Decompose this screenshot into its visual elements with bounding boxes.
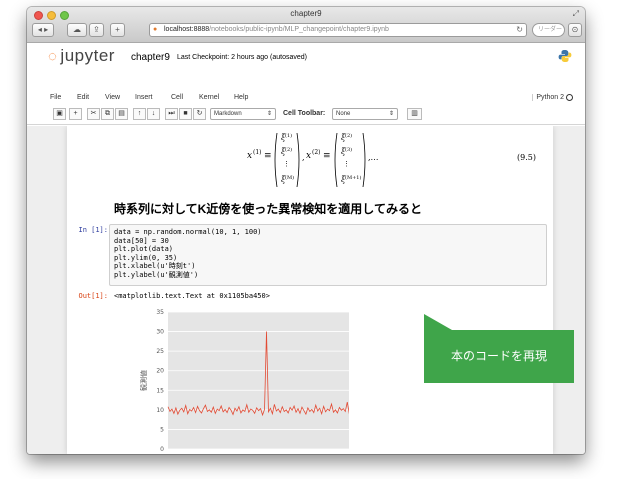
notebook-name[interactable]: chapter9 xyxy=(131,52,170,63)
svg-text:(M+1): (M+1) xyxy=(345,174,361,181)
code-line: plt.plot(data) xyxy=(114,245,174,253)
code-cell-input[interactable]: data = np.random.normal(10, 1, 100) data… xyxy=(109,224,547,286)
svg-text:(2): (2) xyxy=(312,149,321,156)
downloads-icon[interactable]: ⊙ xyxy=(568,23,582,37)
annotation-callout: 本のコードを再現 xyxy=(424,330,574,383)
titlebar: chapter9 ⤢ ◂ ▸ ☁ ⇪ + ● localhost:8888/no… xyxy=(27,7,585,43)
notebook-page: x (1) ≡ ξ (1) ξ (2) ⋮ ξ (M) , x (2) ≡ ξ (2) … xyxy=(67,126,574,454)
jupyter-logo-icon: ◌ xyxy=(48,48,58,65)
svg-text:(1): (1) xyxy=(253,149,262,156)
code-line: plt.xlabel(u'時刻t') xyxy=(114,262,196,270)
cell-toolbar-caret-icon: ⇕ xyxy=(388,111,394,117)
move-down-icon[interactable]: ↓ xyxy=(147,108,160,120)
icloud-tabs-icon[interactable]: ☁ xyxy=(67,23,87,37)
reader-button[interactable]: リーダー xyxy=(532,23,565,37)
code-line: plt.ylabel(u'観測値') xyxy=(114,270,199,279)
insert-cell-icon[interactable]: + xyxy=(69,108,82,120)
url-host: localhost:8888 xyxy=(164,26,210,33)
window-title: chapter9 xyxy=(290,9,322,18)
copy-icon[interactable]: ⧉ xyxy=(101,108,114,120)
run-icon[interactable]: ⏭ xyxy=(165,108,178,120)
back-forward-buttons[interactable]: ◂ ▸ xyxy=(32,23,54,37)
output-prompt: Out[1]: xyxy=(78,292,108,300)
restart-icon[interactable]: ↻ xyxy=(193,108,206,120)
markdown-heading: 時系列に対してK近傍を使った異常検知を適用してみると xyxy=(114,202,422,216)
y-tick-label: 30 xyxy=(156,329,164,336)
y-tick-label: 15 xyxy=(156,387,164,394)
y-tick-label: 25 xyxy=(156,348,164,355)
svg-text:⋮: ⋮ xyxy=(343,160,350,168)
svg-text:≡: ≡ xyxy=(264,151,272,161)
callout-tail xyxy=(424,314,452,330)
plot-background xyxy=(168,312,349,449)
move-up-icon[interactable]: ↑ xyxy=(133,108,146,120)
svg-text:(2): (2) xyxy=(345,132,352,139)
y-axis-label: 観測値 xyxy=(139,370,148,391)
cell-toolbar-select[interactable]: None ⇕ xyxy=(332,108,398,120)
new-tab-button[interactable]: + xyxy=(110,23,125,37)
y-tick-label: 20 xyxy=(156,368,164,375)
jupyter-logo[interactable]: ◌ jupyter xyxy=(48,46,115,66)
kernel-name: Python 2 xyxy=(532,94,564,101)
svg-text:,…: ,… xyxy=(368,153,379,162)
svg-text:≡: ≡ xyxy=(323,151,331,161)
menubar: File Edit View Insert Cell Kernel Help P… xyxy=(27,91,585,106)
chart-icon[interactable]: ▥ xyxy=(407,108,422,120)
equation-number: (9.5) xyxy=(517,153,536,162)
notebook-area: x (1) ≡ ξ (1) ξ (2) ⋮ ξ (M) , x (2) ≡ ξ (2) … xyxy=(27,126,585,454)
fullscreen-icon[interactable]: ⤢ xyxy=(573,9,579,19)
cut-icon[interactable]: ✂ xyxy=(87,108,100,120)
svg-text:⋮: ⋮ xyxy=(283,160,290,168)
jupyter-logo-text: jupyter xyxy=(60,46,115,65)
svg-text:x: x xyxy=(247,151,252,161)
menu-view[interactable]: View xyxy=(105,94,120,101)
line-chart: 0 5 10 15 20 25 30 35 観測値 xyxy=(139,309,349,453)
svg-text:(2): (2) xyxy=(285,146,292,153)
cell-toolbar-value: None xyxy=(336,111,351,117)
y-tick-label: 5 xyxy=(160,426,164,433)
share-icon[interactable]: ⇪ xyxy=(89,23,104,37)
code-line: data[50] = 30 xyxy=(114,236,169,245)
math-equation: x (1) ≡ ξ (1) ξ (2) ⋮ ξ (M) , x (2) ≡ ξ (2) … xyxy=(247,132,379,188)
code-line: data = np.random.normal(10, 1, 100) xyxy=(114,228,262,236)
y-tick-label: 10 xyxy=(156,407,164,414)
kernel-status-icon xyxy=(566,94,573,101)
svg-text:(3): (3) xyxy=(345,146,352,153)
code-line: plt.ylim(0, 35) xyxy=(114,253,178,262)
checkpoint-status: Last Checkpoint: 2 hours ago (autosaved) xyxy=(177,54,307,61)
page-icon: ● xyxy=(153,26,158,33)
python-logo-icon xyxy=(558,50,572,62)
paste-icon[interactable]: ▤ xyxy=(115,108,128,120)
jupyter-header: ◌ jupyter chapter9 Last Checkpoint: 2 hou… xyxy=(27,44,585,91)
y-tick-label: 35 xyxy=(156,309,164,316)
y-tick-label: 0 xyxy=(160,446,164,453)
menu-cell[interactable]: Cell xyxy=(171,94,183,101)
save-icon[interactable]: ▣ xyxy=(53,108,66,120)
cell-toolbar-label: Cell Toolbar: xyxy=(283,110,326,117)
output-text: <matplotlib.text.Text at 0x1105ba450> xyxy=(114,292,270,300)
cell-type-caret-icon: ⇕ xyxy=(266,111,272,117)
cell-type-select[interactable]: Markdown ⇕ xyxy=(210,108,276,120)
browser-window: chapter9 ⤢ ◂ ▸ ☁ ⇪ + ● localhost:8888/no… xyxy=(27,7,585,454)
input-prompt: In [1]: xyxy=(78,226,108,234)
menu-insert[interactable]: Insert xyxy=(135,94,153,101)
menu-help[interactable]: Help xyxy=(234,94,248,101)
svg-text:(M): (M) xyxy=(285,174,294,181)
stop-icon[interactable]: ■ xyxy=(179,108,192,120)
svg-text:(1): (1) xyxy=(285,132,292,139)
menu-kernel[interactable]: Kernel xyxy=(199,94,219,101)
svg-text:,: , xyxy=(302,153,305,162)
menu-edit[interactable]: Edit xyxy=(77,94,89,101)
reload-icon[interactable]: ↻ xyxy=(516,24,523,36)
menu-file[interactable]: File xyxy=(50,94,61,101)
cell-type-value: Markdown xyxy=(214,111,242,117)
notebook-toolbar: ▣ + ✂ ⧉ ▤ ↑ ↓ ⏭ ■ ↻ Markdown ⇕ Cell Toolb… xyxy=(27,106,585,125)
address-bar[interactable]: ● localhost:8888/notebooks/public-ipynb/… xyxy=(149,23,527,37)
url-path: /notebooks/public-ipynb/MLP_changepoint/… xyxy=(209,26,389,33)
svg-text:x: x xyxy=(306,151,311,161)
